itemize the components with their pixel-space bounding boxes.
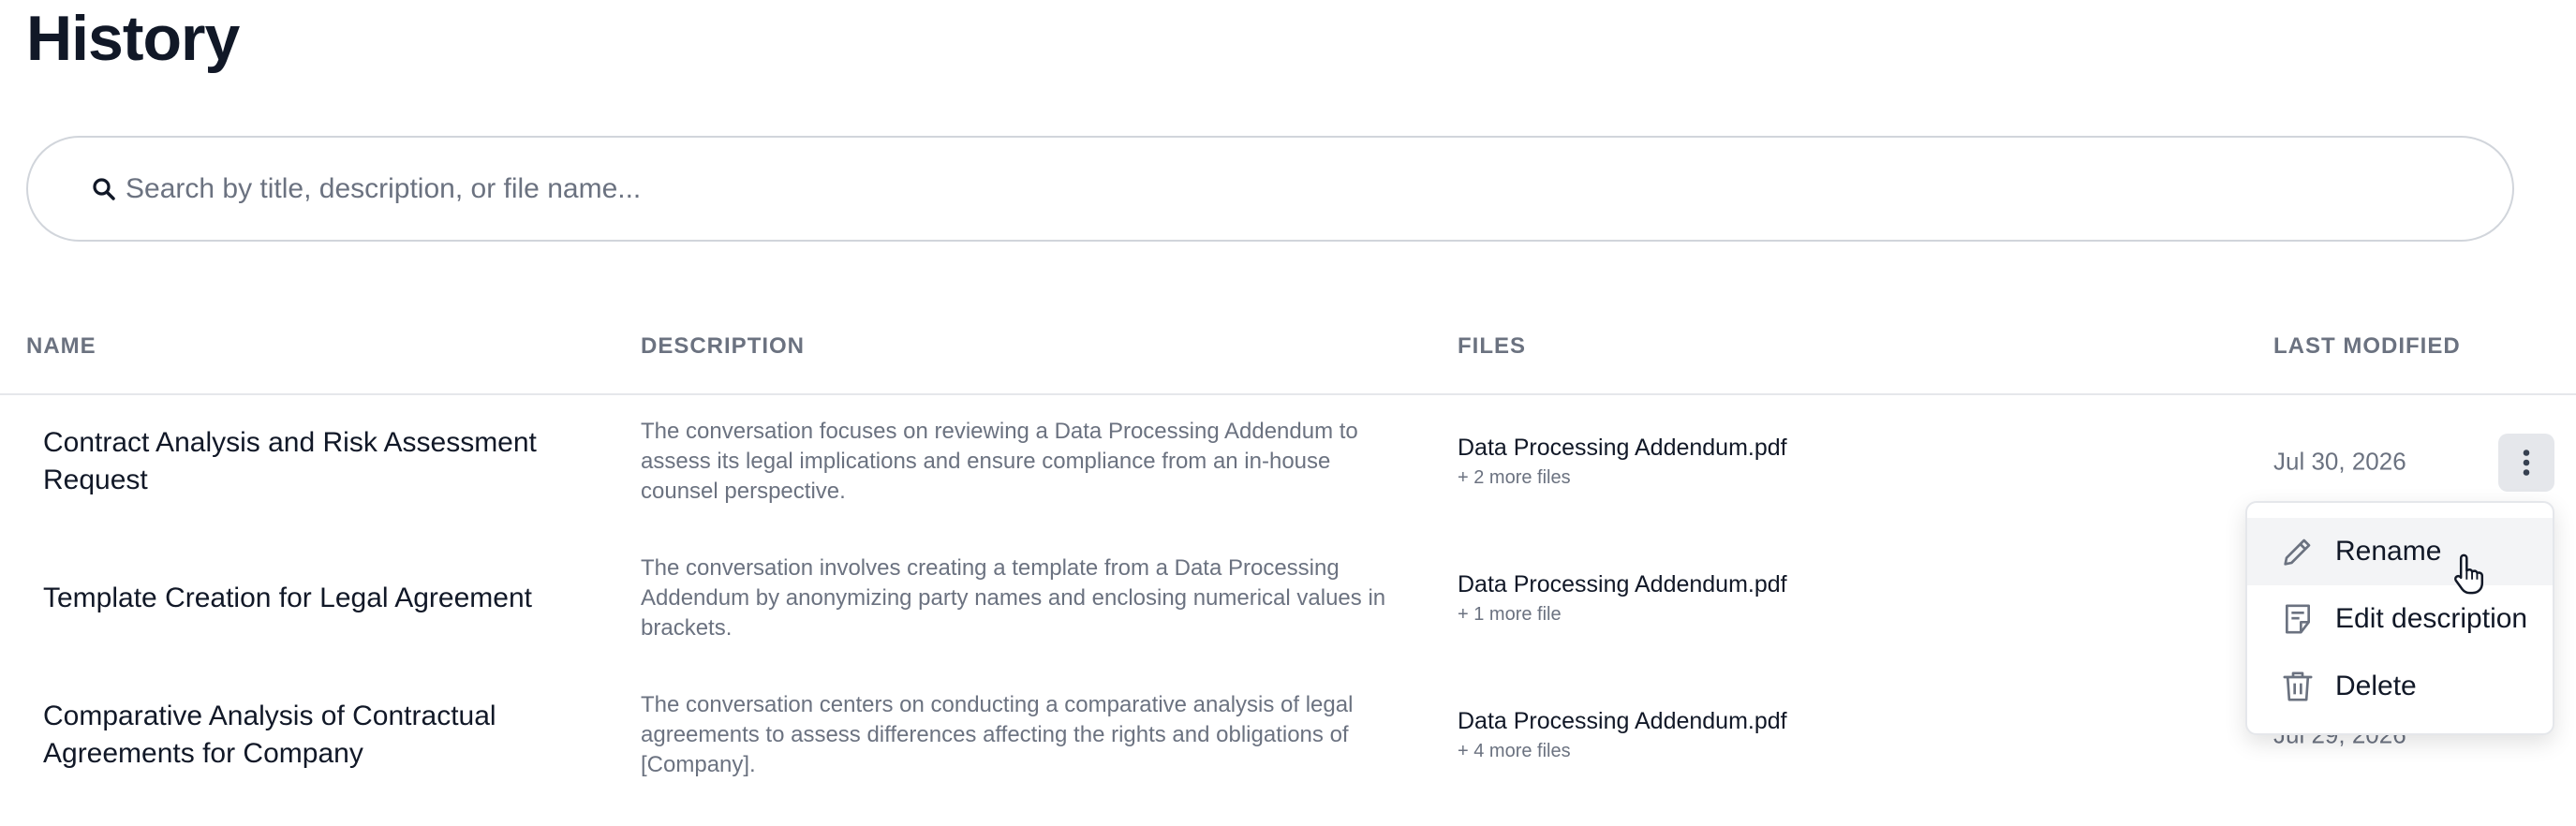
file-name[interactable]: Data Processing Addendum.pdf (1458, 432, 2113, 464)
table-header: NAME DESCRIPTION FILES LAST MODIFIED (0, 309, 2576, 395)
column-header-description[interactable]: DESCRIPTION (641, 333, 805, 360)
hand-pointer-cursor-icon (2454, 553, 2484, 595)
more-vertical-icon (2523, 450, 2530, 476)
menu-item-label: Delete (2335, 671, 2417, 701)
row-files: Data Processing Addendum.pdf + 4 more fi… (1458, 705, 2113, 765)
more-files-count[interactable]: + 2 more files (1458, 464, 2113, 492)
search-input[interactable] (126, 140, 2467, 238)
file-name[interactable]: Data Processing Addendum.pdf (1458, 568, 2113, 600)
menu-item-label: Edit description (2335, 603, 2528, 634)
row-actions-button[interactable] (2498, 434, 2554, 492)
history-page: History NAME DESCRIPTION FILES LAST MODI… (0, 0, 2576, 826)
column-header-files[interactable]: FILES (1458, 333, 1526, 360)
table-row[interactable]: Template Creation for Legal Agreement Th… (0, 530, 2576, 667)
row-description: The conversation involves creating a tem… (641, 555, 1386, 641)
row-name[interactable]: Template Creation for Legal Agreement (43, 580, 568, 617)
search-bar[interactable] (26, 136, 2514, 242)
table-row[interactable]: Comparative Analysis of Contractual Agre… (0, 667, 2576, 804)
row-description: The conversation centers on conducting a… (641, 692, 1354, 777)
row-context-menu: Rename Edit description Delete (2245, 501, 2554, 735)
page-title: History (26, 3, 240, 74)
row-name[interactable]: Contract Analysis and Risk Assessment Re… (43, 424, 568, 499)
search-icon (93, 178, 115, 200)
menu-item-rename[interactable]: Rename (2247, 518, 2553, 585)
menu-item-delete[interactable]: Delete (2247, 653, 2553, 720)
document-text-icon (2286, 604, 2310, 634)
column-header-last-modified[interactable]: LAST MODIFIED (2273, 333, 2461, 360)
menu-item-label: Rename (2335, 536, 2442, 567)
row-description: The conversation focuses on reviewing a … (641, 419, 1358, 504)
pencil-icon (2284, 538, 2311, 566)
column-header-name[interactable]: NAME (26, 333, 96, 360)
trash-icon (2283, 671, 2313, 701)
file-name[interactable]: Data Processing Addendum.pdf (1458, 705, 2113, 737)
row-last-modified: Jul 30, 2026 (2273, 447, 2406, 476)
more-files-count[interactable]: + 1 more file (1458, 600, 2113, 628)
row-name[interactable]: Comparative Analysis of Contractual Agre… (43, 698, 568, 773)
table-row[interactable]: Contract Analysis and Risk Assessment Re… (0, 393, 2576, 530)
row-files: Data Processing Addendum.pdf + 1 more fi… (1458, 568, 2113, 628)
menu-item-edit-description[interactable]: Edit description (2247, 585, 2553, 653)
row-files: Data Processing Addendum.pdf + 2 more fi… (1458, 432, 2113, 492)
more-files-count[interactable]: + 4 more files (1458, 737, 2113, 765)
